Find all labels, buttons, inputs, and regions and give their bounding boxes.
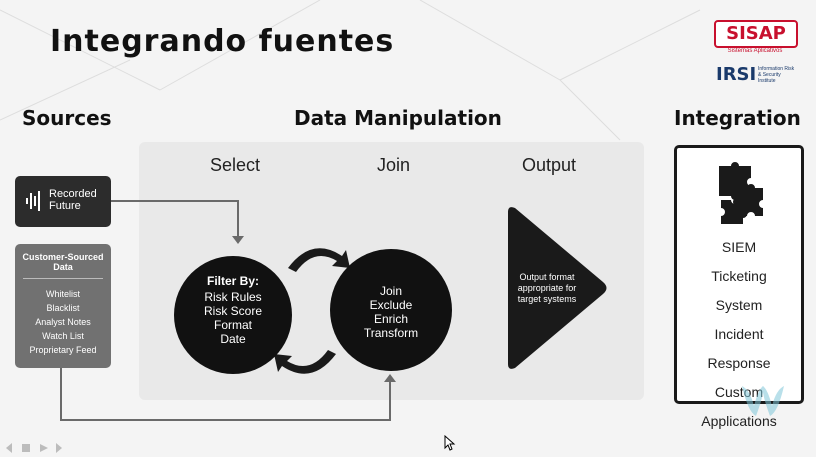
slide-title: Integrando fuentes bbox=[50, 24, 395, 59]
list-item: Risk Score bbox=[203, 304, 262, 318]
list-item: Date bbox=[220, 332, 246, 346]
divider bbox=[23, 278, 103, 279]
sisap-logo-text: SISAP bbox=[714, 20, 798, 48]
output-description-line2: appropriate for bbox=[517, 283, 577, 293]
irsi-logo: IRSI Information Risk & Security Institu… bbox=[716, 64, 800, 90]
sources-heading: Sources bbox=[22, 106, 112, 130]
irsi-logo-text: IRSI bbox=[716, 64, 757, 85]
presentation-controls[interactable] bbox=[4, 442, 74, 454]
list-item: Blacklist bbox=[46, 303, 80, 313]
integration-item-siem: SIEM bbox=[677, 240, 801, 254]
sisap-logo-subtitle: Sistemas Aplicativos bbox=[727, 48, 783, 54]
filter-list: Risk Rules Risk Score Format Date bbox=[174, 290, 292, 346]
puzzle-icon bbox=[719, 162, 763, 224]
recorded-future-label-line2: Future bbox=[49, 200, 81, 212]
integration-item-label: Response bbox=[707, 355, 771, 371]
integration-item-label: Incident bbox=[714, 326, 764, 342]
recorded-future-logo-icon bbox=[26, 191, 40, 211]
join-circle: Join Exclude Enrich Transform bbox=[330, 249, 452, 371]
list-item: Join bbox=[379, 284, 402, 298]
data-manipulation-heading: Data Manipulation bbox=[294, 106, 502, 130]
recorded-future-label-line1: Recorded bbox=[49, 188, 97, 200]
join-column-heading: Join bbox=[377, 155, 411, 175]
recorded-future-source: Recorded Future bbox=[15, 176, 111, 227]
filter-title: Filter By: bbox=[206, 274, 259, 288]
integration-heading: Integration bbox=[674, 106, 801, 130]
list-item: Risk Rules bbox=[204, 290, 262, 304]
customer-sourced-title-line2: Data bbox=[53, 262, 73, 272]
list-item: Proprietary Feed bbox=[29, 345, 97, 355]
output-column-heading: Output bbox=[522, 155, 577, 175]
list-item: Format bbox=[213, 318, 252, 332]
join-ops-list: Join Exclude Enrich Transform bbox=[330, 284, 452, 340]
select-column-heading: Select bbox=[210, 155, 261, 175]
integration-item-label: System bbox=[715, 297, 763, 313]
watermark-icon bbox=[742, 386, 784, 416]
integration-box: SIEM Ticketing System Incident Response … bbox=[674, 145, 804, 428]
list-item: Transform bbox=[363, 326, 419, 340]
sisap-logo: SISAP Sistemas Aplicativos bbox=[714, 20, 798, 54]
output-description-line3: target systems bbox=[517, 294, 577, 304]
customer-sourced-list: Whitelist Blacklist Analyst Notes Watch … bbox=[15, 287, 111, 357]
list-item: Watch List bbox=[42, 331, 84, 341]
list-item: Analyst Notes bbox=[35, 317, 91, 327]
cursor-icon bbox=[444, 435, 456, 451]
integration-item-ticketing: Ticketing System bbox=[677, 269, 801, 312]
output-description-line1: Output format bbox=[519, 272, 575, 282]
list-item: Exclude bbox=[369, 298, 413, 312]
integration-item-incident-response: Incident Response bbox=[677, 327, 801, 370]
list-item: Whitelist bbox=[45, 289, 80, 299]
integration-item-label: SIEM bbox=[721, 239, 757, 255]
integration-item-label: Ticketing bbox=[711, 268, 767, 284]
output-description: Output format appropriate for target sys… bbox=[512, 272, 582, 305]
customer-sourced-title: Customer-Sourced Data bbox=[15, 252, 111, 272]
filter-circle: Filter By: Risk Rules Risk Score Format … bbox=[174, 256, 292, 374]
customer-sourced-data-box: Customer-Sourced Data Whitelist Blacklis… bbox=[15, 244, 111, 368]
list-item: Enrich bbox=[373, 312, 408, 326]
recorded-future-label: Recorded Future bbox=[49, 188, 97, 212]
irsi-logo-subtitle: Information Risk & Security Institute bbox=[758, 66, 795, 84]
customer-sourced-title-line1: Customer-Sourced bbox=[22, 252, 104, 262]
